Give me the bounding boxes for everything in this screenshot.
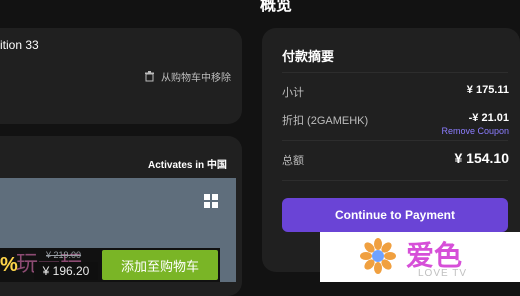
summary-divider-middle [282,140,508,141]
original-price: ¥ 219.00 [46,250,82,260]
remove-coupon-link[interactable]: Remove Coupon [441,126,509,136]
total-value: ¥ 154.10 [454,150,510,166]
discount-label: 折扣 (2GAMEHK) [282,115,369,127]
summary-divider-bottom [282,180,508,181]
page-title: 概览 [260,0,293,14]
discount-value: -¥ 21.01 [468,112,509,124]
activates-region-label: Activates in 中国 [148,160,227,171]
cart-item-title: ition 33 [0,38,39,52]
remove-from-cart-button[interactable]: 从购物车中移除 [144,69,231,84]
subtotal-label: 小计 [282,87,304,99]
summary-title: 付款摘要 [282,49,335,64]
sunflower-logo-icon [360,238,396,274]
add-to-cart-button[interactable]: 添加至购物车 [102,250,218,280]
subtotal-value: ¥ 175.11 [466,84,509,96]
windows-icon [204,194,218,208]
watermark-sub-text: LOVE TV [418,268,468,279]
summary-divider-top [282,72,508,73]
remove-from-cart-label: 从购物车中移除 [161,73,231,84]
trash-icon [144,71,155,82]
continue-to-payment-button[interactable]: Continue to Payment [282,198,508,232]
total-label: 总额 [282,155,304,167]
current-price: ¥ 196.20 [34,262,98,280]
